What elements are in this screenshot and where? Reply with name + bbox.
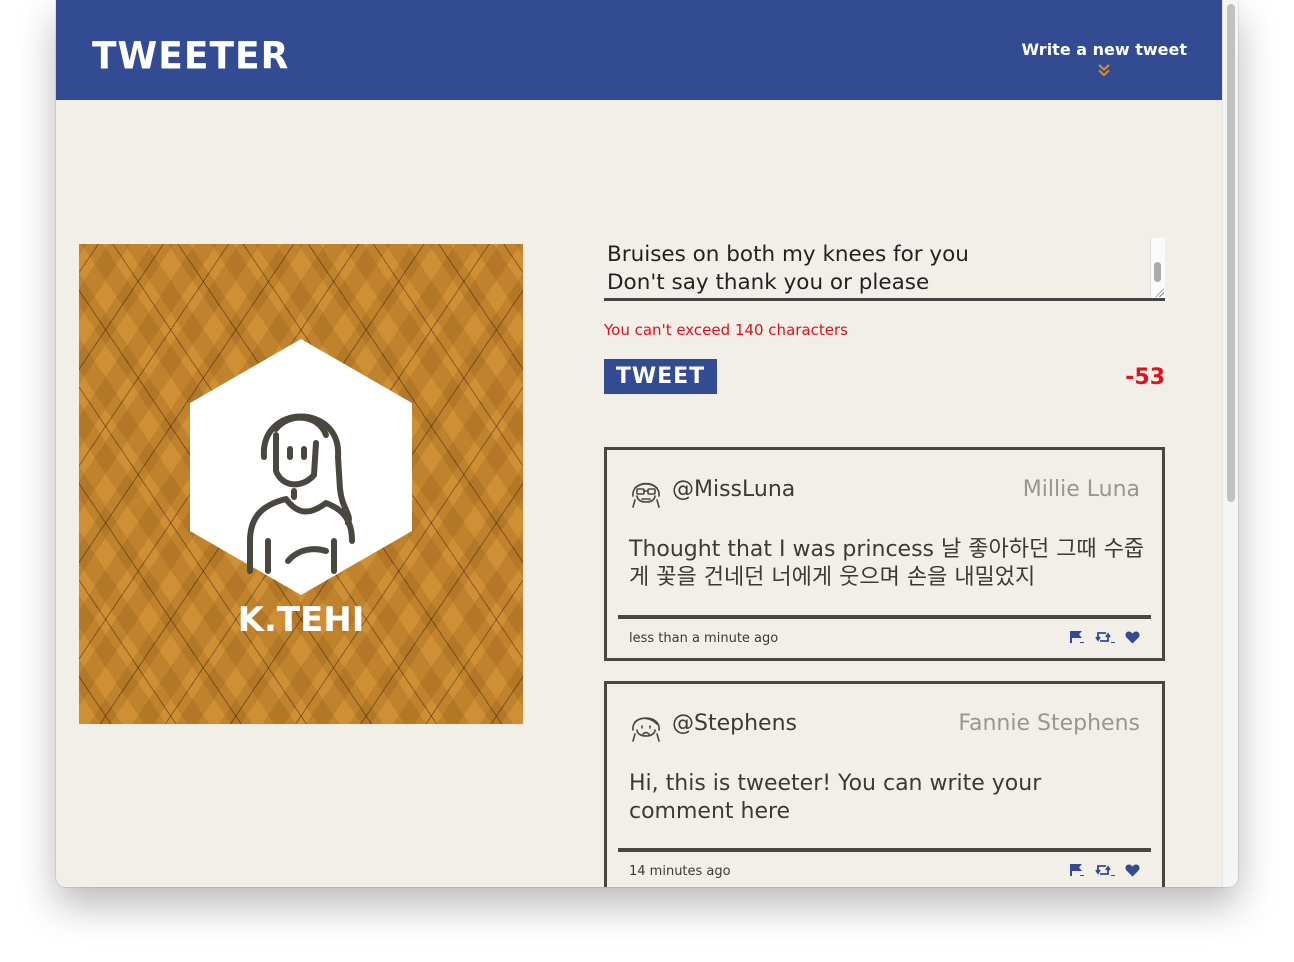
tweet-handle[interactable]: @MissLuna <box>672 477 795 502</box>
error-message: You can't exceed 140 characters <box>604 321 848 339</box>
profile-card: K.TEHI <box>79 244 523 724</box>
hexagon-avatar <box>190 339 412 595</box>
tweet-handle[interactable]: @Stephens <box>672 711 797 736</box>
write-tweet-toggle[interactable]: Write a new tweet <box>1021 40 1187 77</box>
top-nav: TWEETER Write a new tweet <box>56 0 1223 100</box>
heart-icon[interactable] <box>1125 864 1140 877</box>
tweet-button[interactable]: TWEET <box>604 359 717 394</box>
flag-icon[interactable] <box>1069 863 1085 877</box>
character-counter: -53 <box>1125 365 1165 390</box>
page-scrollbar[interactable] <box>1222 0 1238 887</box>
compose-form: Bruises on both my knees for you Don't s… <box>604 238 1165 399</box>
write-tweet-label: Write a new tweet <box>1021 40 1187 59</box>
retweet-icon[interactable] <box>1095 863 1115 877</box>
heart-icon[interactable] <box>1125 631 1140 644</box>
tweet-full-name: Fannie Stephens <box>958 711 1140 736</box>
browser-window: TWEETER Write a new tweet K.TEHI Bruises… <box>56 0 1238 887</box>
tweet-card: @Stephens Fannie Stephens Hi, this is tw… <box>604 681 1165 887</box>
tweet-actions <box>1069 630 1140 644</box>
tweet-actions <box>1069 863 1140 877</box>
logo[interactable]: TWEETER <box>92 35 289 78</box>
tweet-full-name: Millie Luna <box>1022 477 1140 502</box>
girl-glasses-avatar-icon <box>632 482 660 508</box>
textarea-scroll-thumb[interactable] <box>1154 262 1161 282</box>
retweet-icon[interactable] <box>1095 630 1115 644</box>
tweet-footer: 14 minutes ago <box>618 848 1151 887</box>
tweet-textarea-content[interactable]: Bruises on both my knees for you Don't s… <box>607 241 1147 297</box>
tweet-textarea[interactable]: Bruises on both my knees for you Don't s… <box>604 238 1165 301</box>
girl-avatar-icon <box>632 717 660 742</box>
profile-name: K.TEHI <box>237 600 365 640</box>
tweet-footer: less than a minute ago <box>618 615 1151 661</box>
tweet-header: @Stephens Fannie Stephens <box>607 684 1162 744</box>
tweet-content: Hi, this is tweeter! You can write your … <box>629 771 1042 824</box>
flag-icon[interactable] <box>1069 630 1085 644</box>
tweet-timestamp: 14 minutes ago <box>629 864 731 879</box>
page-scroll-thumb[interactable] <box>1227 4 1235 502</box>
compose-actions: TWEET -53 <box>604 359 1165 399</box>
tweet-card: @MissLuna Millie Luna Thought that I was… <box>604 447 1165 661</box>
chevron-double-down-icon <box>1098 64 1110 77</box>
tweet-header: @MissLuna Millie Luna <box>607 450 1162 510</box>
tweet-timestamp: less than a minute ago <box>629 631 779 646</box>
tweet-content: Thought that I was princess 날 좋아하던 그때 수줍… <box>629 537 1145 590</box>
resize-handle[interactable] <box>1154 287 1164 297</box>
